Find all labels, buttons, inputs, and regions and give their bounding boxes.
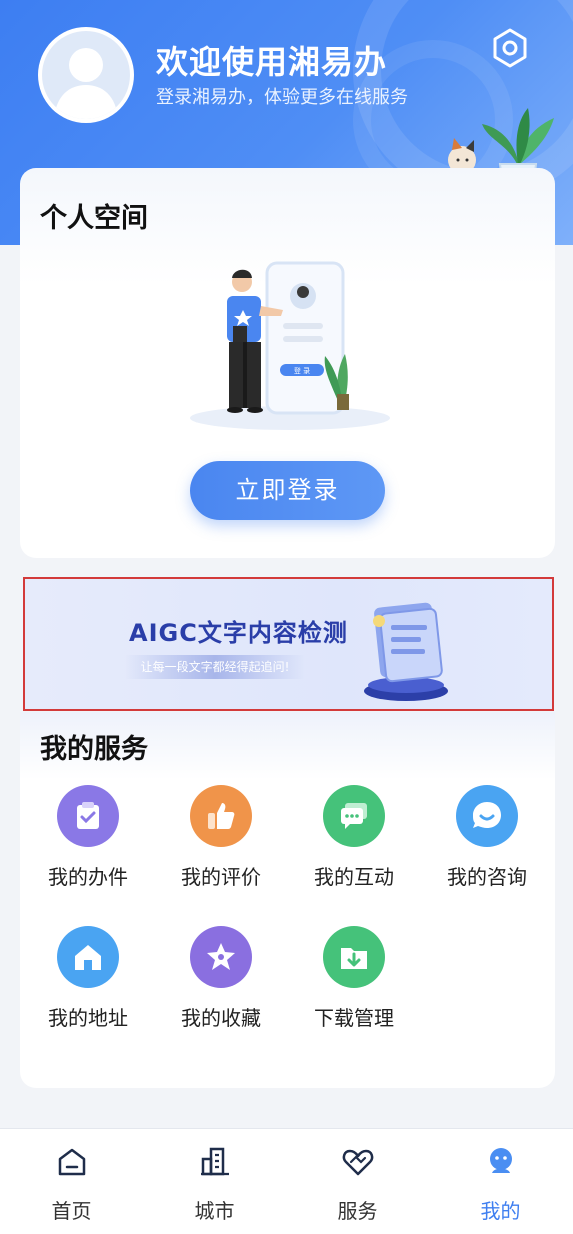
service-label: 我的地址 xyxy=(48,1006,128,1030)
login-button[interactable]: 立即登录 xyxy=(190,461,385,520)
settings-button[interactable] xyxy=(488,26,532,70)
tab-label: 城市 xyxy=(194,1199,235,1223)
user-avatar[interactable] xyxy=(38,27,134,123)
tab-home[interactable]: 首页 xyxy=(0,1129,143,1234)
service-label: 我的咨询 xyxy=(447,865,527,889)
service-my-cases[interactable]: 我的办件 xyxy=(33,785,143,905)
service-my-reviews[interactable]: 我的评价 xyxy=(166,785,276,905)
home-outline-icon xyxy=(58,1148,85,1176)
aigc-banner[interactable]: AIGC文字内容检测 让每一段文字都经得起追问! xyxy=(23,577,554,711)
welcome-subtitle: 登录湘易办，体验更多在线服务 xyxy=(156,87,408,108)
welcome-title: 欢迎使用湘易办 xyxy=(156,43,388,81)
tab-city[interactable]: 城市 xyxy=(143,1129,286,1234)
service-my-address[interactable]: 我的地址 xyxy=(33,926,143,1046)
my-services-title: 我的服务 xyxy=(40,734,148,765)
home-icon xyxy=(57,926,119,988)
tab-label: 服务 xyxy=(337,1199,378,1223)
clipboard-check-icon xyxy=(57,785,119,847)
banner-subtitle: 让每一段文字都经得起追问! xyxy=(125,655,305,679)
service-download-manager[interactable]: 下载管理 xyxy=(299,926,409,1046)
tab-services[interactable]: 服务 xyxy=(286,1129,429,1234)
document-scan-icon xyxy=(364,602,448,701)
default-avatar-icon xyxy=(42,31,130,119)
login-illustration: 登 录 xyxy=(190,261,390,430)
service-label: 下载管理 xyxy=(314,1006,394,1030)
banner-title: AIGC文字内容检测 xyxy=(129,619,348,647)
download-folder-icon xyxy=(323,926,385,988)
smile-chat-icon xyxy=(456,785,518,847)
star-icon xyxy=(190,926,252,988)
service-label: 我的评价 xyxy=(181,865,261,889)
service-my-consultations[interactable]: 我的咨询 xyxy=(432,785,542,905)
heart-handshake-icon xyxy=(342,1149,373,1176)
service-my-interactions[interactable]: 我的互动 xyxy=(299,785,409,905)
settings-hexagon-icon xyxy=(493,28,527,68)
service-label: 我的收藏 xyxy=(181,1006,261,1030)
tab-label: 首页 xyxy=(51,1199,92,1223)
tab-label: 我的 xyxy=(480,1199,521,1223)
chat-bubbles-icon xyxy=(323,785,385,847)
buildings-icon xyxy=(200,1147,229,1176)
profile-icon xyxy=(489,1148,512,1173)
thumbs-up-icon xyxy=(190,785,252,847)
service-label: 我的办件 xyxy=(48,865,128,889)
illustration-login-text: 登 录 xyxy=(294,366,310,375)
personal-space-title: 个人空间 xyxy=(40,203,148,234)
bottom-tab-bar: 首页 城市 服务 我的 xyxy=(0,1128,573,1234)
tab-mine[interactable]: 我的 xyxy=(429,1129,572,1234)
service-my-favorites[interactable]: 我的收藏 xyxy=(166,926,276,1046)
service-label: 我的互动 xyxy=(314,865,394,889)
